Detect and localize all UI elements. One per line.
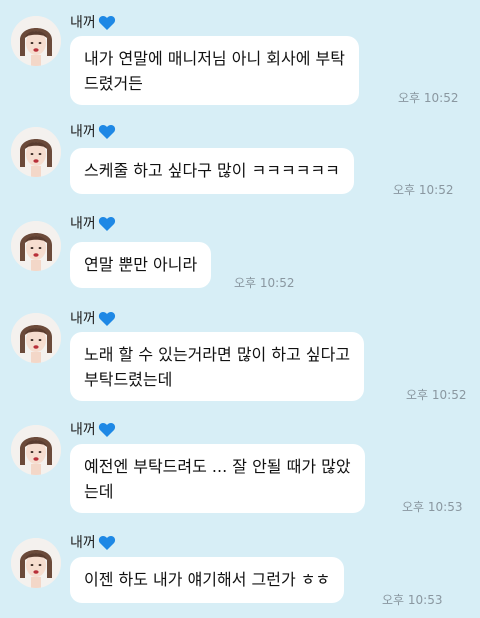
message-line: 노래 할 수 있는거라면 많이 하고 싶다고 [84, 345, 351, 364]
sender-name-text: 내꺼 [70, 422, 96, 438]
profile-avatar[interactable] [11, 425, 61, 475]
message-timestamp: 오후 10:52 [234, 276, 295, 290]
blue-heart-icon [98, 535, 115, 550]
message-line: 부탁드렸는데 [84, 370, 173, 389]
message-timestamp: 오후 10:52 [406, 388, 467, 402]
sender-name: 내꺼 [70, 308, 116, 330]
chat-thread: 내꺼 내가 연말에 매니저님 아니 회사에 부탁 드렸거든 오후 10:52 내… [0, 0, 480, 618]
profile-avatar[interactable] [11, 221, 61, 271]
message-line: 드렸거든 [84, 74, 143, 93]
message-bubble[interactable]: 예전엔 부탁드려도 ... 잘 안될 때가 많았 는데 [70, 444, 365, 513]
sender-name-text: 내꺼 [70, 311, 96, 327]
message-line: 예전엔 부탁드려도 ... 잘 안될 때가 많았 [84, 457, 351, 476]
message-timestamp: 오후 10:52 [393, 183, 454, 197]
profile-avatar[interactable] [11, 16, 61, 66]
sender-name-text: 내꺼 [70, 124, 96, 140]
sender-name: 내꺼 [70, 419, 116, 441]
message-timestamp: 오후 10:53 [382, 593, 443, 607]
message-line: 이젠 하도 내가 얘기해서 그런가 ㅎㅎ [84, 570, 331, 589]
blue-heart-icon [98, 216, 115, 231]
sender-name: 내꺼 [70, 532, 116, 554]
message-timestamp: 오후 10:53 [402, 500, 463, 514]
message-line: 내가 연말에 매니저님 아니 회사에 부탁 [84, 49, 345, 68]
sender-name: 내꺼 [70, 121, 116, 143]
profile-avatar[interactable] [11, 538, 61, 588]
message-line: 연말 뿐만 아니라 [84, 255, 198, 274]
message-bubble[interactable]: 연말 뿐만 아니라 [70, 242, 212, 288]
message-line: 스케줄 하고 싶다구 많이 ㅋㅋㅋㅋㅋㅋ [84, 161, 340, 180]
blue-heart-icon [98, 15, 115, 30]
message-line: 는데 [84, 482, 114, 501]
sender-name-text: 내꺼 [70, 15, 96, 31]
profile-avatar[interactable] [11, 313, 61, 363]
blue-heart-icon [98, 311, 115, 326]
blue-heart-icon [98, 124, 115, 139]
message-bubble[interactable]: 내가 연말에 매니저님 아니 회사에 부탁 드렸거든 [70, 36, 359, 105]
message-bubble[interactable]: 노래 할 수 있는거라면 많이 하고 싶다고 부탁드렸는데 [70, 332, 365, 401]
blue-heart-icon [98, 422, 115, 437]
message-timestamp: 오후 10:52 [398, 91, 459, 105]
profile-avatar[interactable] [11, 127, 61, 177]
sender-name-text: 내꺼 [70, 216, 96, 232]
sender-name-text: 내꺼 [70, 535, 96, 551]
message-bubble[interactable]: 이젠 하도 내가 얘기해서 그런가 ㅎㅎ [70, 557, 345, 603]
sender-name: 내꺼 [70, 12, 116, 34]
sender-name: 내꺼 [70, 213, 116, 235]
message-bubble[interactable]: 스케줄 하고 싶다구 많이 ㅋㅋㅋㅋㅋㅋ [70, 148, 354, 194]
